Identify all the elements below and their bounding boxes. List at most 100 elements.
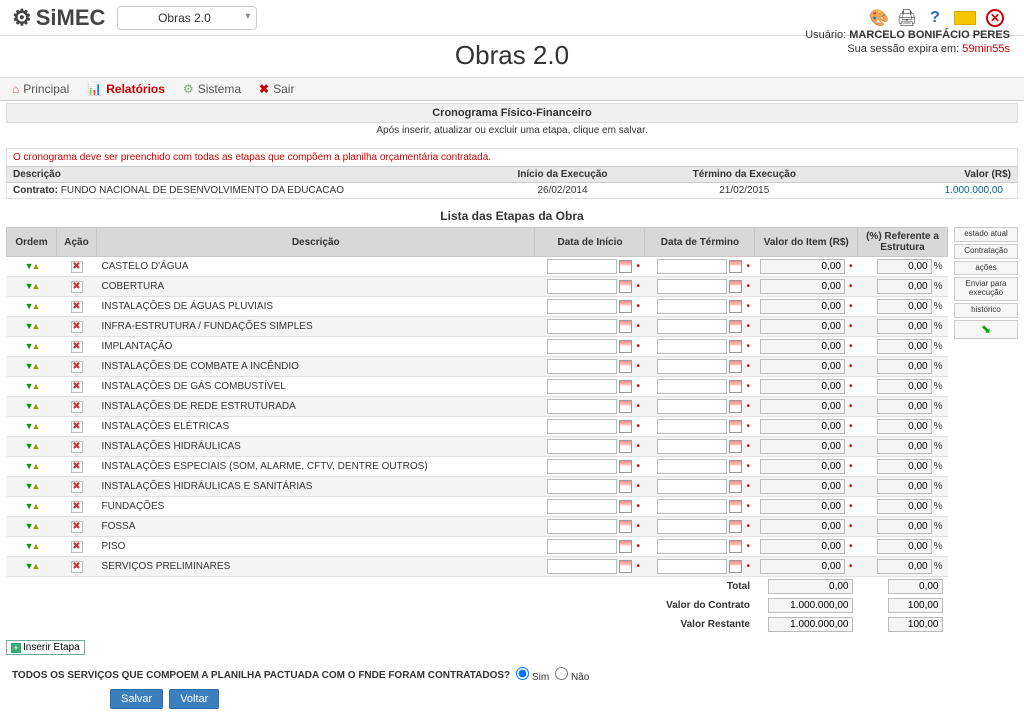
delete-icon[interactable]: ✖ bbox=[71, 381, 83, 393]
pct-input[interactable] bbox=[877, 499, 932, 514]
pct-input[interactable] bbox=[877, 359, 932, 374]
calendar-icon[interactable] bbox=[619, 400, 632, 413]
data-inicio-input[interactable] bbox=[547, 419, 617, 434]
calendar-icon[interactable] bbox=[619, 360, 632, 373]
calendar-icon[interactable] bbox=[729, 300, 742, 313]
valor-input[interactable] bbox=[760, 539, 845, 554]
pct-input[interactable] bbox=[877, 379, 932, 394]
valor-input[interactable] bbox=[760, 419, 845, 434]
data-termino-input[interactable] bbox=[657, 279, 727, 294]
calendar-icon[interactable] bbox=[729, 500, 742, 513]
calendar-icon[interactable] bbox=[619, 560, 632, 573]
data-termino-input[interactable] bbox=[657, 399, 727, 414]
data-inicio-input[interactable] bbox=[547, 539, 617, 554]
pct-input[interactable] bbox=[877, 559, 932, 574]
data-inicio-input[interactable] bbox=[547, 499, 617, 514]
calendar-icon[interactable] bbox=[729, 480, 742, 493]
data-inicio-input[interactable] bbox=[547, 379, 617, 394]
calendar-icon[interactable] bbox=[619, 420, 632, 433]
delete-icon[interactable]: ✖ bbox=[71, 421, 83, 433]
pct-input[interactable] bbox=[877, 259, 932, 274]
data-inicio-input[interactable] bbox=[547, 359, 617, 374]
calendar-icon[interactable] bbox=[619, 260, 632, 273]
order-arrows[interactable]: ▼▲ bbox=[25, 401, 39, 411]
help-icon[interactable]: ? bbox=[926, 9, 944, 27]
order-arrows[interactable]: ▼▲ bbox=[25, 261, 39, 271]
data-termino-input[interactable] bbox=[657, 519, 727, 534]
data-inicio-input[interactable] bbox=[547, 299, 617, 314]
calendar-icon[interactable] bbox=[729, 320, 742, 333]
order-arrows[interactable]: ▼▲ bbox=[25, 461, 39, 471]
print-icon[interactable]: 🖨 bbox=[898, 9, 916, 27]
data-termino-input[interactable] bbox=[657, 479, 727, 494]
data-termino-input[interactable] bbox=[657, 299, 727, 314]
order-arrows[interactable]: ▼▲ bbox=[25, 301, 39, 311]
delete-icon[interactable]: ✖ bbox=[71, 561, 83, 573]
order-arrows[interactable]: ▼▲ bbox=[25, 481, 39, 491]
data-inicio-input[interactable] bbox=[547, 459, 617, 474]
calendar-icon[interactable] bbox=[729, 540, 742, 553]
nav-sair[interactable]: ✖Sair bbox=[259, 82, 294, 96]
calendar-icon[interactable] bbox=[619, 440, 632, 453]
nav-sistema[interactable]: ⚙Sistema bbox=[183, 82, 241, 96]
order-arrows[interactable]: ▼▲ bbox=[25, 381, 39, 391]
delete-icon[interactable]: ✖ bbox=[71, 341, 83, 353]
valor-top-link[interactable]: 1.000.000,00 bbox=[835, 183, 1017, 198]
calendar-icon[interactable] bbox=[729, 520, 742, 533]
pct-input[interactable] bbox=[877, 439, 932, 454]
valor-input[interactable] bbox=[760, 279, 845, 294]
valor-input[interactable] bbox=[760, 499, 845, 514]
valor-input[interactable] bbox=[760, 299, 845, 314]
data-termino-input[interactable] bbox=[657, 539, 727, 554]
calendar-icon[interactable] bbox=[729, 460, 742, 473]
order-arrows[interactable]: ▼▲ bbox=[25, 501, 39, 511]
calendar-icon[interactable] bbox=[729, 340, 742, 353]
pct-input[interactable] bbox=[877, 459, 932, 474]
data-inicio-input[interactable] bbox=[547, 559, 617, 574]
data-termino-input[interactable] bbox=[657, 419, 727, 434]
pct-input[interactable] bbox=[877, 419, 932, 434]
side-tree-icon[interactable]: ⬊ bbox=[954, 320, 1018, 339]
calendar-icon[interactable] bbox=[619, 480, 632, 493]
calendar-icon[interactable] bbox=[619, 380, 632, 393]
valor-input[interactable] bbox=[760, 439, 845, 454]
valor-input[interactable] bbox=[760, 459, 845, 474]
order-arrows[interactable]: ▼▲ bbox=[25, 561, 39, 571]
calendar-icon[interactable] bbox=[729, 420, 742, 433]
delete-icon[interactable]: ✖ bbox=[71, 281, 83, 293]
calendar-icon[interactable] bbox=[619, 320, 632, 333]
valor-input[interactable] bbox=[760, 479, 845, 494]
delete-icon[interactable]: ✖ bbox=[71, 481, 83, 493]
close-icon[interactable]: ✕ bbox=[986, 9, 1004, 27]
radio-sim-label[interactable]: Sim bbox=[516, 667, 549, 683]
calendar-icon[interactable] bbox=[619, 540, 632, 553]
calendar-icon[interactable] bbox=[729, 400, 742, 413]
nav-principal[interactable]: ⌂Principal bbox=[12, 82, 69, 96]
pct-input[interactable] bbox=[877, 399, 932, 414]
delete-icon[interactable]: ✖ bbox=[71, 461, 83, 473]
calendar-icon[interactable] bbox=[729, 560, 742, 573]
data-inicio-input[interactable] bbox=[547, 339, 617, 354]
order-arrows[interactable]: ▼▲ bbox=[25, 541, 39, 551]
valor-input[interactable] bbox=[760, 399, 845, 414]
delete-icon[interactable]: ✖ bbox=[71, 401, 83, 413]
data-termino-input[interactable] bbox=[657, 459, 727, 474]
salvar-button[interactable]: Salvar bbox=[110, 689, 163, 709]
calendar-icon[interactable] bbox=[619, 520, 632, 533]
radio-nao[interactable] bbox=[555, 667, 568, 680]
pct-input[interactable] bbox=[877, 519, 932, 534]
order-arrows[interactable]: ▼▲ bbox=[25, 341, 39, 351]
radio-nao-label[interactable]: Não bbox=[555, 667, 589, 683]
calendar-icon[interactable] bbox=[619, 300, 632, 313]
inserir-etapa-button[interactable]: +Inserir Etapa bbox=[6, 640, 85, 655]
order-arrows[interactable]: ▼▲ bbox=[25, 361, 39, 371]
order-arrows[interactable]: ▼▲ bbox=[25, 521, 39, 531]
delete-icon[interactable]: ✖ bbox=[71, 361, 83, 373]
data-termino-input[interactable] bbox=[657, 339, 727, 354]
data-termino-input[interactable] bbox=[657, 439, 727, 454]
pct-input[interactable] bbox=[877, 299, 932, 314]
voltar-button[interactable]: Voltar bbox=[169, 689, 219, 709]
data-inicio-input[interactable] bbox=[547, 319, 617, 334]
pct-input[interactable] bbox=[877, 279, 932, 294]
data-inicio-input[interactable] bbox=[547, 479, 617, 494]
